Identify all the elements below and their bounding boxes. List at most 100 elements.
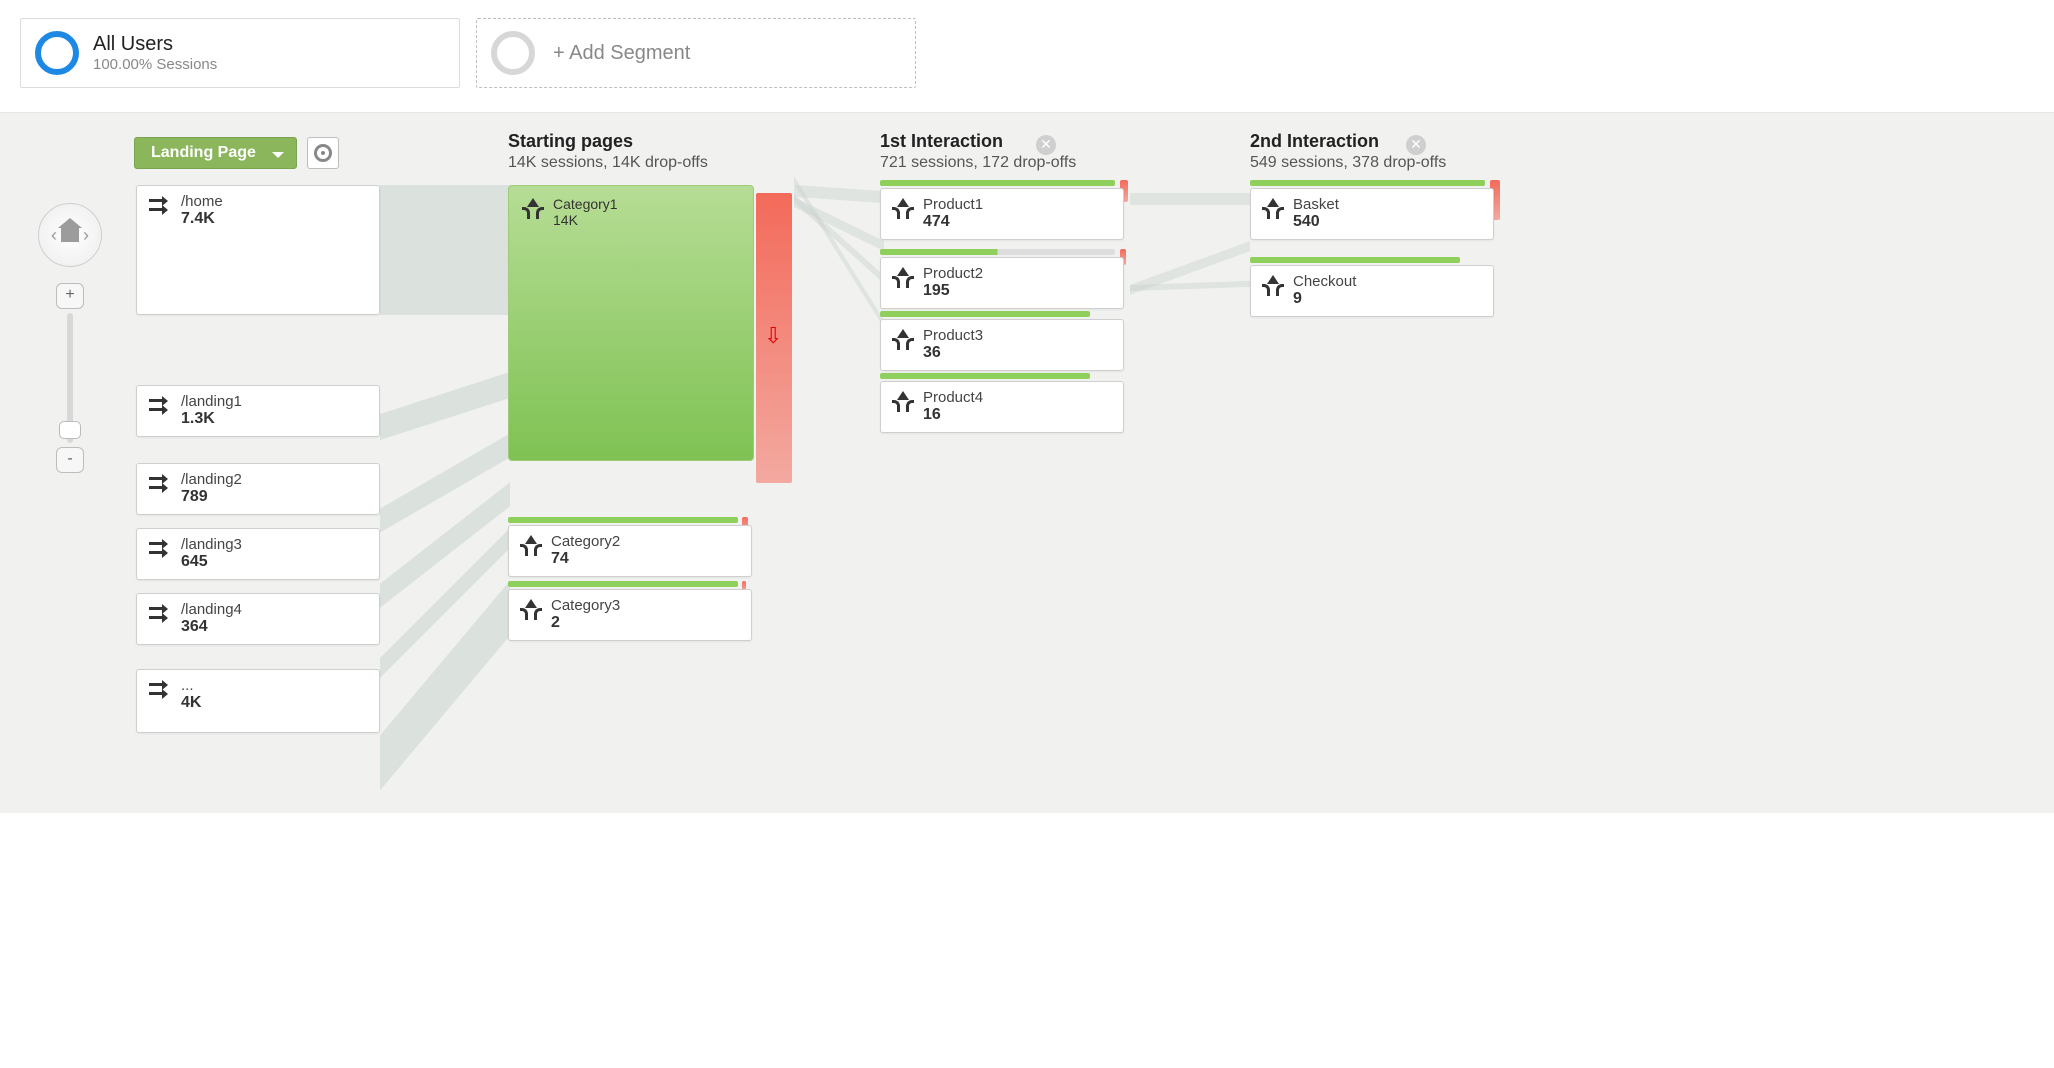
column-subtitle: 721 sessions, 172 drop-offs	[880, 154, 1076, 172]
first-node[interactable]: Product1 474	[880, 188, 1124, 240]
node-value: 14K	[553, 212, 618, 228]
view-nav-control: ‹ ›	[38, 203, 102, 267]
column-title: Starting pages	[508, 131, 708, 152]
node-value: 1.3K	[181, 410, 242, 428]
segment-bar: All Users 100.00% Sessions + Add Segment	[0, 0, 2054, 113]
node-label: Product4	[923, 389, 983, 406]
segment-subtitle: 100.00% Sessions	[93, 56, 217, 73]
node-value: 4K	[181, 694, 201, 712]
second-node[interactable]: Basket 540	[1250, 188, 1494, 240]
merge-icon	[523, 198, 543, 220]
node-label: ...	[181, 677, 201, 694]
entry-icon	[149, 396, 171, 418]
zoom-in-button[interactable]: +	[56, 283, 84, 309]
node-text: Product4 16	[923, 389, 983, 424]
landing-node[interactable]: /landing2 789	[136, 463, 380, 515]
node-label: /landing3	[181, 536, 242, 553]
landing-node[interactable]: ... 4K	[136, 669, 380, 733]
flow-ribbon	[380, 185, 510, 315]
zoom-out-button[interactable]: -	[56, 447, 84, 473]
node-text: Product3 36	[923, 327, 983, 362]
through-strip	[508, 517, 738, 523]
node-text: /landing4 364	[181, 601, 242, 636]
merge-icon	[521, 535, 541, 557]
node-text: Checkout 9	[1293, 273, 1356, 308]
node-label: Category2	[551, 533, 620, 550]
node-label: /landing1	[181, 393, 242, 410]
node-label: Product3	[923, 327, 983, 344]
through-strip	[880, 311, 1090, 317]
entry-icon	[149, 196, 171, 218]
through-strip	[1250, 180, 1485, 186]
landing-node[interactable]: /landing4 364	[136, 593, 380, 645]
node-value: 645	[181, 553, 242, 571]
segment-text: All Users 100.00% Sessions	[93, 33, 217, 73]
through-strip	[508, 581, 738, 587]
zoom-control: + -	[56, 283, 84, 473]
node-value: 16	[923, 406, 983, 424]
through-strip	[880, 373, 1090, 379]
node-value: 364	[181, 618, 242, 636]
through-strip	[1250, 257, 1460, 263]
column-close-second[interactable]: ✕	[1406, 135, 1426, 155]
merge-icon	[1263, 275, 1283, 297]
node-label: Checkout	[1293, 273, 1356, 290]
node-label: /landing4	[181, 601, 242, 618]
merge-icon	[893, 329, 913, 351]
add-segment-button[interactable]: + Add Segment	[476, 18, 916, 88]
dimension-settings-button[interactable]	[307, 137, 339, 169]
column-close-first[interactable]: ✕	[1036, 135, 1056, 155]
entry-icon	[149, 474, 171, 496]
node-label: Category1	[553, 196, 618, 212]
segment-ring-icon	[35, 31, 79, 75]
first-node[interactable]: Product3 36	[880, 319, 1124, 371]
node-value: 789	[181, 488, 242, 506]
flow-canvas[interactable]: ‹ › + - Landing Page Starting pages 14K …	[0, 113, 2054, 813]
merge-icon	[893, 198, 913, 220]
starting-node-category1[interactable]: Category1 14K	[508, 185, 754, 461]
node-label: Product1	[923, 196, 983, 213]
node-value: 474	[923, 213, 983, 231]
node-label: Basket	[1293, 196, 1339, 213]
zoom-handle[interactable]	[59, 421, 81, 439]
node-text: Category1 14K	[553, 196, 618, 228]
dimension-row: Landing Page	[134, 137, 339, 169]
starting-node[interactable]: Category2 74	[508, 525, 752, 577]
landing-node[interactable]: /landing3 645	[136, 528, 380, 580]
node-value: 540	[1293, 213, 1339, 231]
segment-all-users[interactable]: All Users 100.00% Sessions	[20, 18, 460, 88]
flow-ribbon	[1130, 193, 1250, 205]
add-segment-label: + Add Segment	[553, 42, 690, 65]
segment-title: All Users	[93, 33, 217, 56]
node-value: 9	[1293, 290, 1356, 308]
dropoff-bar	[756, 193, 792, 483]
node-text: /landing3 645	[181, 536, 242, 571]
node-text: Product2 195	[923, 265, 983, 300]
merge-icon	[893, 391, 913, 413]
dimension-select-label: Landing Page	[151, 144, 256, 161]
starting-node[interactable]: Category3 2	[508, 589, 752, 641]
nav-next-icon[interactable]: ›	[83, 226, 89, 244]
flow-ribbon	[380, 372, 510, 440]
node-text: ... 4K	[181, 677, 201, 712]
node-value: 195	[923, 282, 983, 300]
home-icon[interactable]	[61, 228, 79, 242]
second-node[interactable]: Checkout 9	[1250, 265, 1494, 317]
nav-prev-icon[interactable]: ‹	[51, 226, 57, 244]
gear-icon	[314, 144, 332, 162]
merge-icon	[521, 599, 541, 621]
entry-icon	[149, 680, 171, 702]
merge-icon	[893, 267, 913, 289]
through-strip	[880, 180, 1115, 186]
first-node[interactable]: Product2 195	[880, 257, 1124, 309]
node-label: /landing2	[181, 471, 242, 488]
node-text: /landing1 1.3K	[181, 393, 242, 428]
node-text: /home 7.4K	[181, 193, 223, 228]
node-value: 7.4K	[181, 210, 223, 228]
node-value: 36	[923, 344, 983, 362]
dimension-select[interactable]: Landing Page	[134, 137, 297, 169]
node-text: Category3 2	[551, 597, 620, 632]
landing-node[interactable]: /home 7.4K	[136, 185, 380, 315]
landing-node[interactable]: /landing1 1.3K	[136, 385, 380, 437]
first-node[interactable]: Product4 16	[880, 381, 1124, 433]
